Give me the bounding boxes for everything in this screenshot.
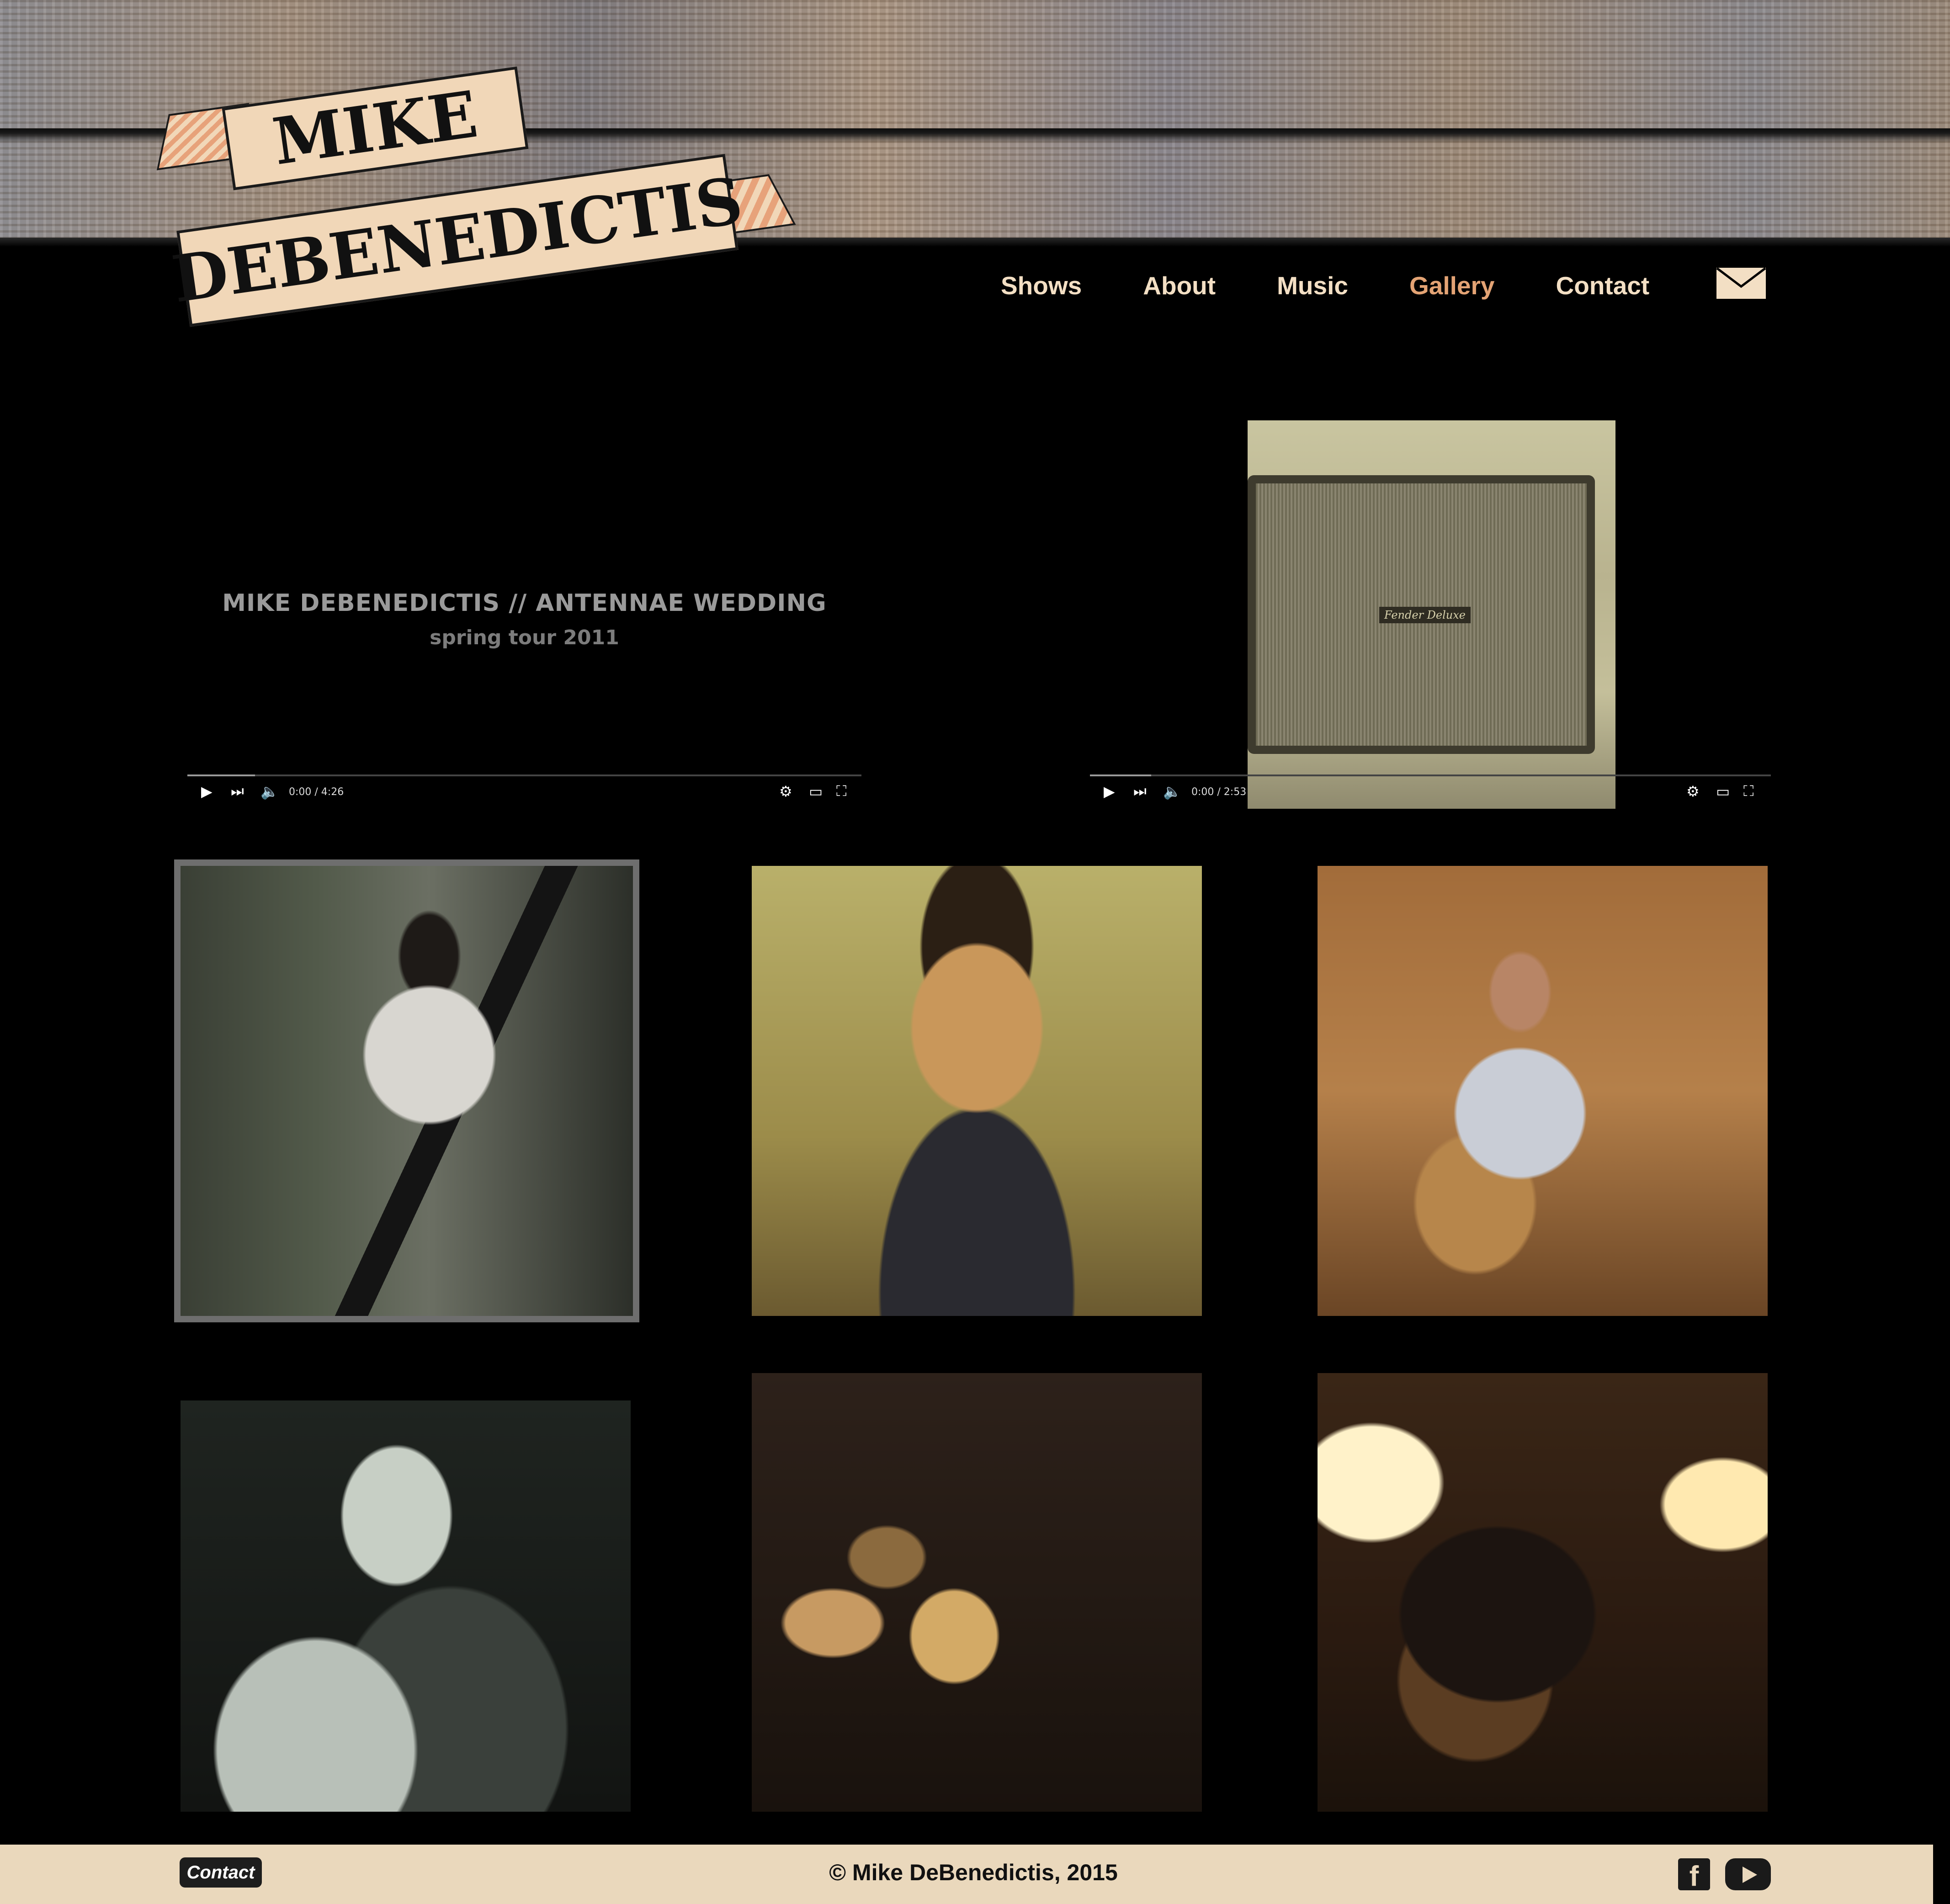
gallery-photo-6[interactable]	[1318, 1373, 1768, 1812]
fullscreen-icon[interactable]: ⛶	[836, 783, 846, 800]
video-time: 0:00 / 4:26	[289, 786, 344, 798]
video-thumbnail: Fender Deluxe	[1248, 420, 1615, 809]
main-nav: Shows About Music Gallery Contact	[1001, 267, 1711, 304]
theater-icon[interactable]: ▭	[809, 783, 823, 800]
video-player-1[interactable]: MIKE DEBENEDICTIS // ANTENNAE WEDDING sp…	[187, 420, 861, 811]
gallery-photo-2[interactable]	[752, 866, 1202, 1316]
next-icon[interactable]: ⏭	[1133, 783, 1147, 800]
nav-music[interactable]: Music	[1277, 271, 1348, 300]
video-time: 0:00 / 2:53	[1191, 786, 1247, 798]
settings-icon[interactable]: ⚙	[779, 783, 792, 800]
video-player-2[interactable]: Fender Deluxe ▶ ⏭ 🔈 0:00 / 2:53 ⚙ ▭ ⛶	[1090, 420, 1771, 811]
video-subtitle: spring tour 2011	[430, 626, 619, 649]
play-icon[interactable]: ▶	[1104, 783, 1115, 800]
nav-shows[interactable]: Shows	[1001, 271, 1082, 300]
copyright-text: © Mike DeBenedictis, 2015	[829, 1860, 1118, 1885]
fullscreen-icon[interactable]: ⛶	[1743, 783, 1753, 800]
gallery-photo-5[interactable]	[752, 1373, 1202, 1812]
video-progress-bar[interactable]	[1090, 774, 1771, 776]
gallery-photo-1[interactable]	[174, 859, 639, 1322]
site-logo[interactable]: MIKE DEBENEDICTIS	[156, 66, 839, 327]
nav-about[interactable]: About	[1143, 271, 1216, 300]
footer-contact-button[interactable]: Contact	[180, 1857, 262, 1888]
youtube-icon[interactable]	[1725, 1858, 1771, 1890]
nav-contact[interactable]: Contact	[1556, 271, 1649, 300]
gallery-photo-3[interactable]	[1318, 866, 1768, 1316]
volume-icon[interactable]: 🔈	[260, 783, 279, 800]
amp-label: Fender Deluxe	[1379, 607, 1471, 623]
video-controls: ▶ ⏭ 🔈 0:00 / 2:53 ⚙ ▭ ⛶	[1090, 774, 1771, 811]
play-icon[interactable]: ▶	[201, 783, 213, 800]
theater-icon[interactable]: ▭	[1716, 783, 1730, 800]
gallery-photo-4[interactable]	[181, 1400, 631, 1812]
envelope-icon[interactable]	[1716, 267, 1766, 299]
video-progress-bar[interactable]	[187, 774, 861, 776]
footer: Contact © Mike DeBenedictis, 2015 f	[0, 1845, 1933, 1904]
video-title: MIKE DEBENEDICTIS // ANTENNAE WEDDING	[222, 589, 827, 617]
volume-icon[interactable]: 🔈	[1163, 783, 1181, 800]
video-controls: ▶ ⏭ 🔈 0:00 / 4:26 ⚙ ▭ ⛶	[187, 774, 861, 811]
amp-image: Fender Deluxe	[1248, 475, 1595, 754]
logo-line-1: MIKE	[222, 66, 529, 191]
settings-icon[interactable]: ⚙	[1686, 783, 1700, 800]
next-icon[interactable]: ⏭	[231, 783, 244, 800]
facebook-icon[interactable]: f	[1678, 1858, 1710, 1892]
nav-gallery[interactable]: Gallery	[1409, 271, 1495, 300]
